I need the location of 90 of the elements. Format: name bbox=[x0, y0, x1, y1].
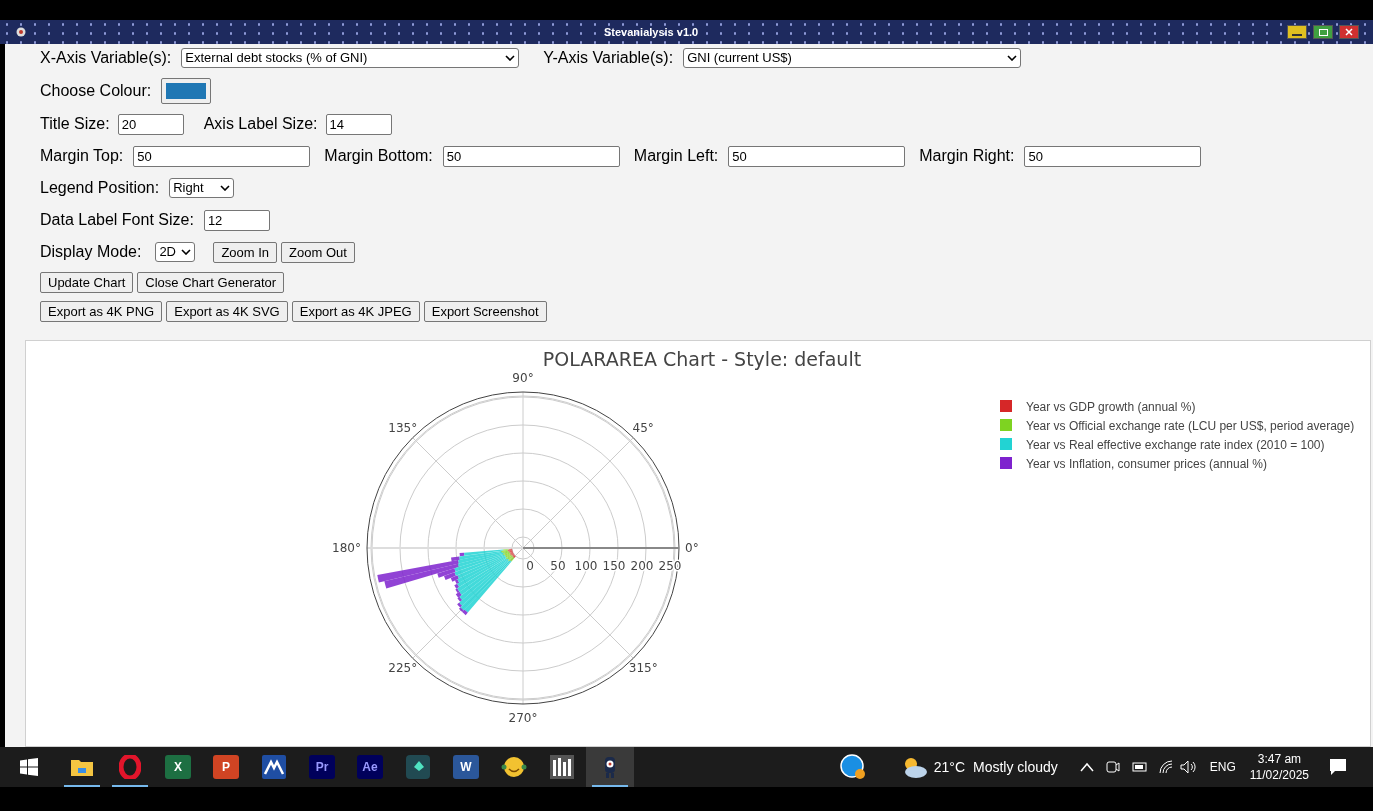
battery-icon[interactable] bbox=[1129, 761, 1148, 773]
form-button[interactable]: Zoom In bbox=[213, 241, 278, 263]
taskbar-app[interactable]: Ae bbox=[346, 747, 394, 787]
help-icon[interactable] bbox=[839, 754, 866, 780]
input-field[interactable]: 50 bbox=[1024, 145, 1202, 167]
field-label: Margin Bottom: bbox=[324, 146, 433, 166]
app-icon: Pr bbox=[309, 755, 335, 779]
input-field[interactable]: 12 bbox=[203, 209, 270, 231]
input-field[interactable]: 50 bbox=[728, 145, 906, 167]
app-icon: P bbox=[213, 755, 239, 779]
radial-tick-label: 0 bbox=[526, 559, 534, 573]
select-dropdown[interactable]: Right bbox=[169, 178, 235, 198]
angle-tick-label: 135° bbox=[388, 420, 418, 435]
form-button[interactable]: Close Chart Generator bbox=[137, 272, 285, 293]
colour-picker[interactable] bbox=[161, 78, 212, 104]
taskbar-app[interactable] bbox=[586, 747, 634, 787]
field-label: Margin Right: bbox=[919, 146, 1015, 166]
caret-icon bbox=[1007, 55, 1018, 61]
radial-tick-label: 50 bbox=[550, 559, 566, 573]
form-button[interactable]: Export as 4K SVG bbox=[166, 301, 288, 322]
caret-icon bbox=[181, 249, 192, 255]
taskbar-app[interactable]: Pr bbox=[298, 747, 346, 787]
input-field[interactable]: 20 bbox=[117, 113, 184, 135]
field-label: Margin Left: bbox=[633, 146, 719, 166]
field-label: Y-Axis Variable(s): bbox=[543, 48, 674, 68]
form-button[interactable]: Export as 4K JPEG bbox=[291, 301, 420, 322]
angle-tick-label: 180° bbox=[332, 541, 361, 555]
radial-tick-label: 150 bbox=[602, 559, 626, 573]
select-dropdown[interactable]: GNI (current US$) bbox=[683, 48, 1022, 68]
clock-time: 3:47 am bbox=[1257, 751, 1302, 767]
language-indicator[interactable]: ENG bbox=[1209, 758, 1236, 776]
angle-tick-label: 315° bbox=[628, 661, 658, 676]
app-icon: Ae bbox=[357, 755, 383, 779]
form-button[interactable]: Update Chart bbox=[40, 272, 134, 293]
legend-label: Year vs Inflation, consumer prices (annual %) bbox=[1026, 457, 1267, 471]
windows-icon bbox=[20, 758, 38, 776]
mountain-icon bbox=[262, 755, 286, 779]
wifi-icon[interactable] bbox=[1157, 760, 1174, 774]
taskbar-app[interactable]: X bbox=[154, 747, 202, 787]
app-icon: X bbox=[165, 755, 191, 779]
legend-label: Year vs Real effective exchange rate index (2010 = 100) bbox=[1026, 438, 1325, 452]
legend-label: Year vs Official exchange rate (LCU per US$, period average) bbox=[1026, 419, 1355, 433]
taskbar-app[interactable]: W bbox=[442, 747, 490, 787]
app-icon: W bbox=[453, 755, 479, 779]
chart-title: POLARAREA Chart - Style: default bbox=[542, 348, 862, 370]
field-label: Data Label Font Size: bbox=[40, 210, 194, 230]
input-field[interactable]: 50 bbox=[442, 145, 620, 167]
smiley-icon bbox=[501, 755, 527, 779]
input-field[interactable]: 14 bbox=[325, 113, 392, 135]
field-label: Margin Top: bbox=[40, 146, 124, 166]
select-dropdown[interactable]: External debt stocks (% of GNI) bbox=[181, 48, 520, 68]
field-label: Axis Label Size: bbox=[203, 114, 318, 134]
weather-condition: Mostly cloudy bbox=[973, 757, 1058, 777]
field-label: Legend Position: bbox=[40, 178, 160, 198]
clock-date: 11/02/2025 bbox=[1249, 767, 1309, 783]
form-button[interactable]: Zoom Out bbox=[281, 241, 355, 263]
window-title: Stevanialysis v1.0 bbox=[604, 24, 699, 40]
legend-label: Year vs GDP growth (annual %) bbox=[1026, 400, 1196, 414]
notification-icon[interactable] bbox=[1329, 758, 1347, 776]
radial-tick-label: 200 bbox=[630, 559, 654, 573]
chevron-up-icon[interactable] bbox=[1079, 762, 1094, 772]
folder-icon bbox=[70, 757, 94, 777]
form-button[interactable]: Export as 4K PNG bbox=[40, 301, 163, 322]
field-label: Title Size: bbox=[40, 114, 110, 134]
angle-tick-label: 45° bbox=[632, 420, 654, 435]
close-button[interactable] bbox=[1339, 25, 1359, 39]
select-dropdown[interactable]: 2D bbox=[155, 242, 196, 262]
ring-icon bbox=[119, 755, 141, 779]
maximize-button[interactable] bbox=[1313, 25, 1333, 39]
form-button[interactable]: Export Screenshot bbox=[423, 301, 547, 322]
speaker-icon[interactable] bbox=[1179, 760, 1198, 774]
robot-icon bbox=[16, 26, 26, 38]
field-label: X-Axis Variable(s): bbox=[40, 48, 172, 68]
angle-tick-label: 90° bbox=[512, 371, 534, 385]
temperature: 21°C bbox=[933, 757, 965, 777]
field-label: Choose Colour: bbox=[40, 81, 152, 101]
angle-tick-label: 0° bbox=[685, 541, 699, 555]
angle-tick-label: 270° bbox=[508, 711, 538, 725]
bookshelf-icon bbox=[550, 755, 574, 779]
caret-icon bbox=[220, 185, 231, 191]
close-icon bbox=[1345, 28, 1353, 36]
camera-icon[interactable] bbox=[1105, 759, 1120, 775]
field-label: Display Mode: bbox=[40, 242, 142, 262]
radial-tick-label: 100 bbox=[574, 559, 598, 573]
input-field[interactable]: 50 bbox=[133, 145, 311, 167]
taskbar-app[interactable]: P bbox=[202, 747, 250, 787]
angle-tick-label: 225° bbox=[388, 661, 418, 676]
clock[interactable]: 3:47 am 11/02/2025 bbox=[1249, 751, 1309, 783]
minimize-button[interactable] bbox=[1287, 25, 1307, 39]
caret-icon bbox=[505, 55, 516, 61]
